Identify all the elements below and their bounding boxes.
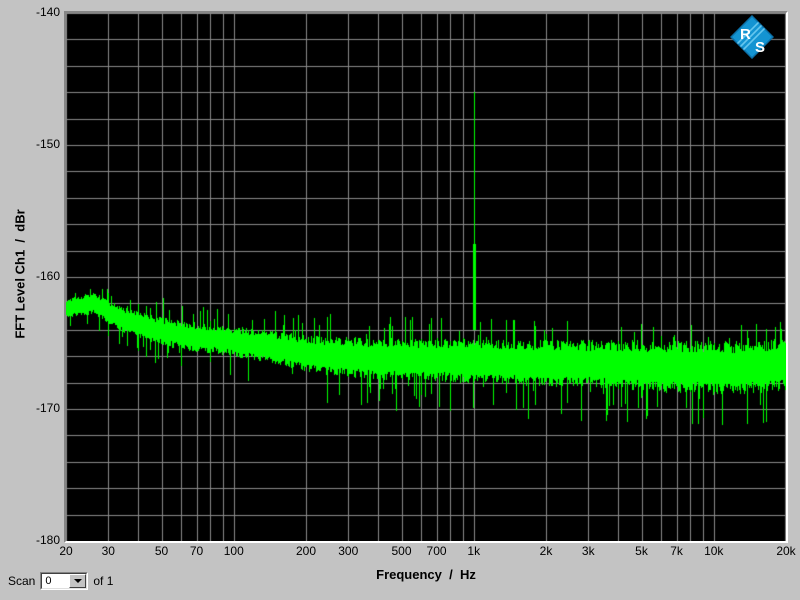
fft-trace-canvas xyxy=(66,13,786,541)
scan-label: Scan xyxy=(8,574,36,588)
y-tick-label: -140 xyxy=(35,5,60,19)
x-tick-label: 1k xyxy=(467,544,481,558)
x-tick-label: 20k xyxy=(776,544,796,558)
scan-combobox-arrow-button[interactable] xyxy=(69,574,87,588)
scan-combobox-value[interactable]: 0 xyxy=(42,574,69,588)
logo-letter-r: R xyxy=(740,26,751,43)
scan-count-label: of 1 xyxy=(93,574,114,588)
y-tick-label: -170 xyxy=(35,401,60,415)
y-axis-title: FFT Level Ch1 / dBr xyxy=(12,209,28,339)
rohde-schwarz-logo: R S xyxy=(730,15,774,59)
analyzer-window: { "window": { "background": "#c3c3c3" },… xyxy=(0,0,800,600)
y-tick-label: -150 xyxy=(35,137,60,151)
x-tick-label: 10k xyxy=(704,544,724,558)
fft-plot-area: R S xyxy=(64,11,788,543)
x-axis-title: Frequency / Hz xyxy=(376,567,476,582)
chevron-down-icon xyxy=(73,579,82,583)
logo-letter-s: S xyxy=(755,39,765,56)
x-tick-label: 3k xyxy=(581,544,595,558)
y-tick-label: -160 xyxy=(35,269,60,283)
x-tick-label: 30 xyxy=(101,544,115,558)
x-tick-label: 300 xyxy=(338,544,359,558)
x-tick-label: 100 xyxy=(223,544,244,558)
logo-diamond xyxy=(730,15,774,59)
scan-control: Scan 0 of 1 xyxy=(8,571,113,591)
scan-combobox[interactable]: 0 xyxy=(40,572,89,590)
